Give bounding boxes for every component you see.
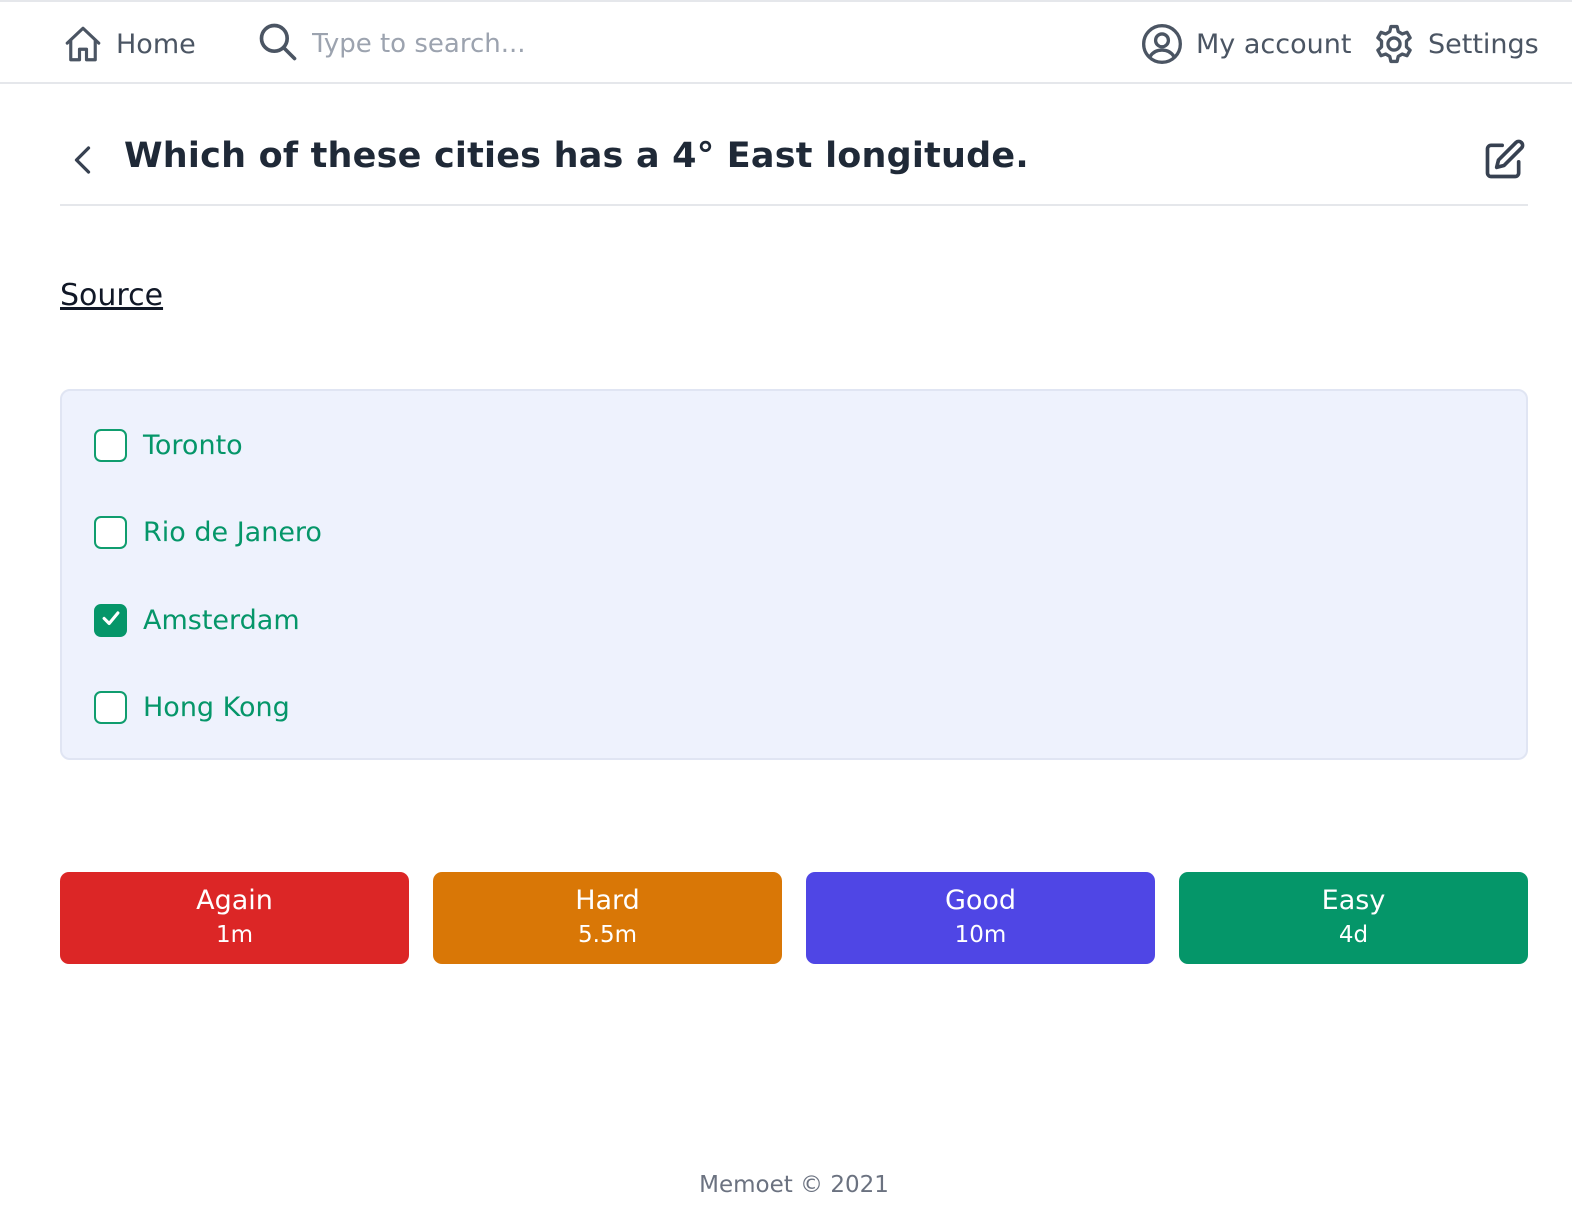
rating-name: Again — [196, 885, 273, 916]
source-link[interactable]: Source — [60, 278, 163, 313]
nav-home-label: Home — [116, 28, 196, 60]
rate-good-button[interactable]: Good 10m — [806, 872, 1155, 964]
page-title: Which of these cities has a 4° East long… — [124, 136, 1029, 176]
rating-name: Good — [944, 885, 1017, 916]
option-label: Rio de Janero — [143, 516, 322, 548]
rating-name: Hard — [575, 885, 640, 916]
answer-options-panel: Toronto Rio de Janero Amsterdam Hong Kon… — [60, 389, 1528, 760]
rate-hard-button[interactable]: Hard 5.5m — [433, 872, 782, 964]
rating-interval: 4d — [1338, 922, 1369, 948]
top-navigation-bar: Home My account Settings — [0, 0, 1572, 84]
back-button[interactable] — [66, 140, 102, 180]
edit-card-button[interactable] — [1482, 138, 1526, 182]
option-hong-kong[interactable]: Hong Kong — [94, 687, 290, 727]
option-label: Amsterdam — [143, 604, 300, 636]
option-label: Hong Kong — [143, 691, 290, 723]
search-input[interactable] — [312, 29, 792, 59]
rating-name: Easy — [1321, 885, 1386, 916]
nav-settings-label: Settings — [1428, 28, 1539, 60]
home-icon — [62, 22, 104, 66]
search-icon — [256, 20, 300, 68]
card-header: Which of these cities has a 4° East long… — [60, 118, 1528, 206]
nav-my-account-link[interactable]: My account — [1140, 20, 1351, 68]
footer-copyright: Memoet © 2021 — [699, 1172, 889, 1198]
nav-settings-link[interactable]: Settings — [1372, 20, 1539, 68]
rate-easy-button[interactable]: Easy 4d — [1179, 872, 1528, 964]
user-circle-icon — [1140, 22, 1184, 66]
option-checkbox[interactable] — [94, 515, 127, 549]
rating-interval: 10m — [954, 922, 1007, 948]
nav-home-link[interactable]: Home — [62, 20, 196, 68]
rate-again-button[interactable]: Again 1m — [60, 872, 409, 964]
nav-my-account-label: My account — [1196, 28, 1352, 60]
option-label: Toronto — [143, 429, 243, 461]
check-icon — [100, 607, 122, 633]
rating-interval: 5.5m — [578, 922, 637, 948]
rating-interval: 1m — [215, 922, 254, 948]
option-checkbox[interactable] — [94, 428, 127, 462]
edit-icon — [1482, 139, 1526, 186]
search-bar — [256, 20, 816, 68]
option-checkbox-checked[interactable] — [94, 603, 127, 637]
chevron-left-icon — [66, 146, 102, 184]
option-toronto[interactable]: Toronto — [94, 425, 243, 465]
gear-icon — [1372, 22, 1416, 66]
option-amsterdam[interactable]: Amsterdam — [94, 600, 300, 640]
option-rio-de-janero[interactable]: Rio de Janero — [94, 512, 322, 552]
option-checkbox[interactable] — [94, 690, 127, 724]
